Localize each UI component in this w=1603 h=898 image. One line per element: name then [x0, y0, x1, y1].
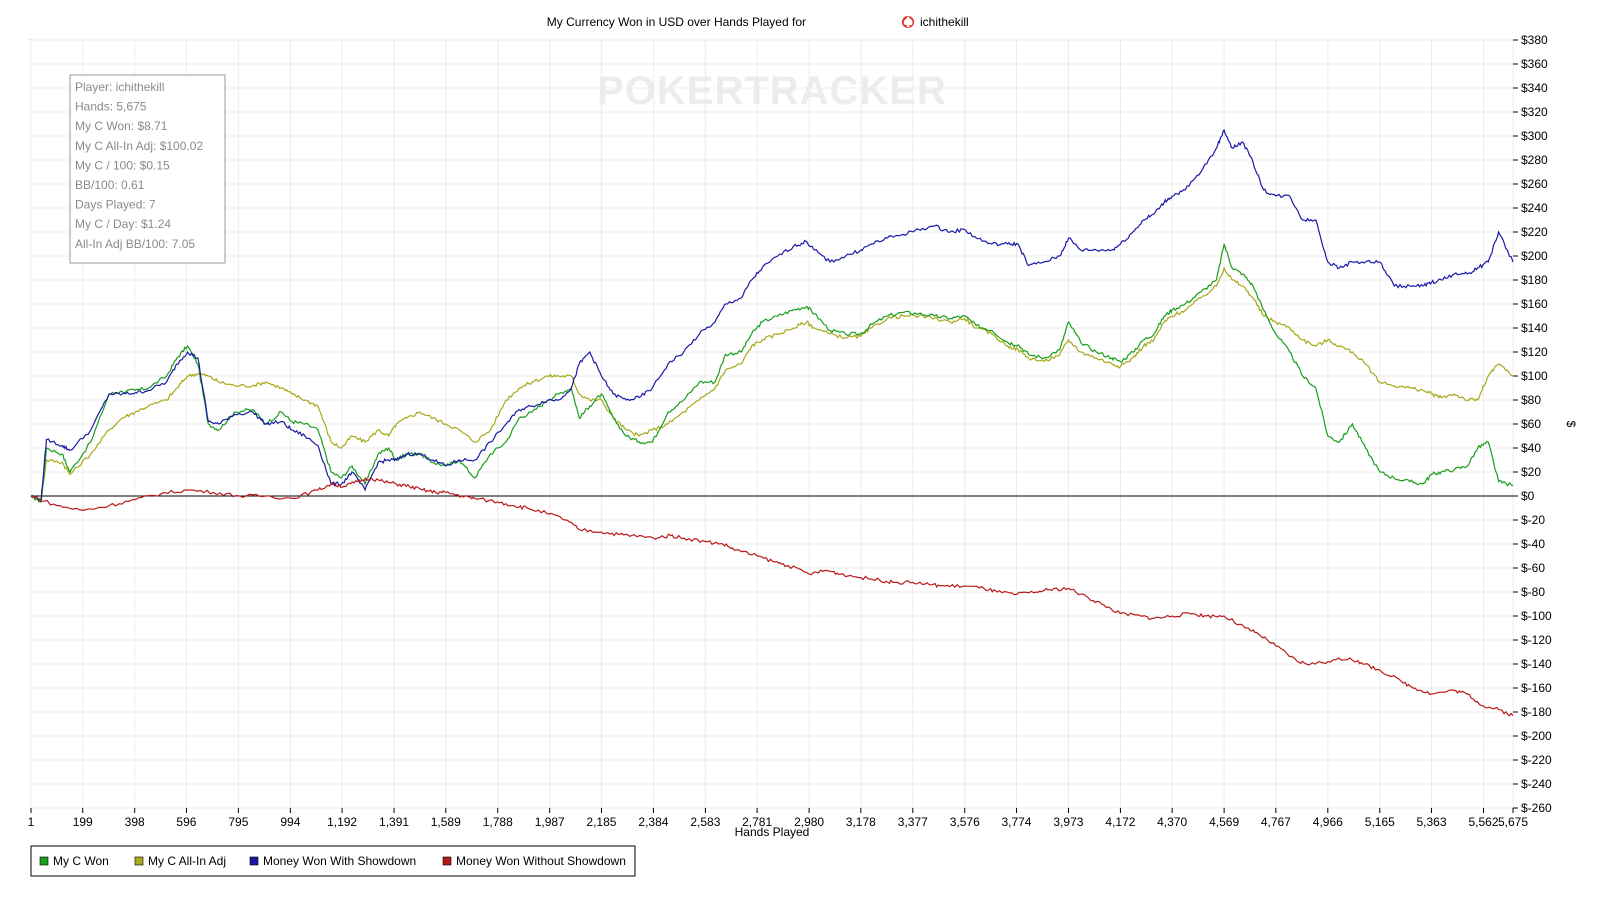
- x-tick-label: 1,391: [379, 815, 409, 829]
- y-tick-label: $-160: [1521, 681, 1552, 695]
- y-tick-label: $-100: [1521, 609, 1552, 623]
- x-tick-label: 4,767: [1261, 815, 1291, 829]
- y-tick-label: $-180: [1521, 705, 1552, 719]
- y-tick-label: $220: [1521, 225, 1548, 239]
- x-tick-label: 4,370: [1157, 815, 1187, 829]
- y-tick-label: $-80: [1521, 585, 1545, 599]
- legend-label: Money Won Without Showdown: [456, 854, 626, 868]
- stats-line: Player: ichithekill: [75, 80, 164, 94]
- x-tick-label: 3,377: [898, 815, 928, 829]
- x-axis-label: Hands Played: [735, 825, 810, 839]
- y-tick-label: $300: [1521, 129, 1548, 143]
- x-tick-label: 795: [228, 815, 248, 829]
- x-tick-label: 1,987: [535, 815, 565, 829]
- y-tick-label: $260: [1521, 177, 1548, 191]
- y-axis: $380 $360 $340 $320 $300 $280 $260 $240 $220 $200…: [1513, 33, 1552, 815]
- y-tick-label: $-240: [1521, 777, 1552, 791]
- y-tick-label: $140: [1521, 321, 1548, 335]
- y-tick-label: $80: [1521, 393, 1541, 407]
- x-tick-label: 5,165: [1365, 815, 1395, 829]
- y-tick-label: $-140: [1521, 657, 1552, 671]
- y-tick-label: $280: [1521, 153, 1548, 167]
- stats-line: My C All-In Adj: $100.02: [75, 139, 203, 153]
- y-tick-label: $40: [1521, 441, 1541, 455]
- stats-line: My C / 100: $0.15: [75, 158, 170, 172]
- x-tick-label: 3,576: [950, 815, 980, 829]
- watermark-logo: POKERTRACKER: [597, 69, 947, 113]
- y-tick-label: $360: [1521, 57, 1548, 71]
- y-axis-label: $: [1564, 421, 1578, 428]
- stats-box: Player: ichithekill Hands: 5,675 My C Won:…: [69, 74, 226, 264]
- y-tick-label: $180: [1521, 273, 1548, 287]
- y-tick-label: $120: [1521, 345, 1548, 359]
- legend-label: My C Won: [53, 854, 109, 868]
- y-tick-label: $-220: [1521, 753, 1552, 767]
- y-tick-label: $160: [1521, 297, 1548, 311]
- x-tick-label: 3,178: [846, 815, 876, 829]
- x-tick-label: 4,172: [1105, 815, 1135, 829]
- x-tick-label: 199: [73, 815, 93, 829]
- chart-player-name: ichithekill: [920, 15, 969, 29]
- x-tick-label: 1,589: [431, 815, 461, 829]
- x-tick-label: 5,675: [1498, 815, 1528, 829]
- legend-swatch: [442, 856, 452, 866]
- stats-line: All-In Adj BB/100: 7.05: [75, 237, 195, 251]
- x-tick-label: 398: [125, 815, 145, 829]
- y-tick-label: $-60: [1521, 561, 1545, 575]
- y-tick-label: $200: [1521, 249, 1548, 263]
- stats-line: Days Played: 7: [75, 198, 156, 212]
- stats-line: Hands: 5,675: [75, 100, 147, 114]
- x-tick-label: 4,569: [1209, 815, 1239, 829]
- legend-label: Money Won With Showdown: [263, 854, 416, 868]
- y-tick-label: $0: [1521, 489, 1535, 503]
- y-tick-label: $100: [1521, 369, 1548, 383]
- y-tick-label: $380: [1521, 33, 1548, 47]
- x-tick-label: 1,788: [483, 815, 513, 829]
- y-tick-label: $-20: [1521, 513, 1545, 527]
- y-tick-label: $-40: [1521, 537, 1545, 551]
- y-tick-label: $-200: [1521, 729, 1552, 743]
- y-tick-label: $-260: [1521, 801, 1552, 815]
- chart-root: My Currency Won in USD over Hands Played…: [0, 0, 1603, 893]
- chart-title: My Currency Won in USD over Hands Played…: [547, 15, 806, 29]
- x-tick-label: 1,192: [327, 815, 357, 829]
- x-tick-label: 2,185: [586, 815, 616, 829]
- y-tick-label: $320: [1521, 105, 1548, 119]
- x-tick-label: 2,384: [638, 815, 668, 829]
- x-tick-label: 596: [176, 815, 196, 829]
- x-tick-label: 2,583: [690, 815, 720, 829]
- x-tick-label: 5,363: [1416, 815, 1446, 829]
- x-tick-label: 1: [28, 815, 35, 829]
- x-tick-label: 4,966: [1313, 815, 1343, 829]
- spade-icon: [902, 16, 914, 28]
- legend: My C Won My C All-In Adj Money Won With Sh…: [30, 845, 636, 877]
- x-tick-label: 3,774: [1001, 815, 1031, 829]
- stats-line: My C / Day: $1.24: [75, 217, 171, 231]
- x-tick-label: 5,562: [1468, 815, 1498, 829]
- y-tick-label: $-120: [1521, 633, 1552, 647]
- y-tick-label: $340: [1521, 81, 1548, 95]
- chart-svg: My Currency Won in USD over Hands Played…: [28, 15, 1578, 877]
- y-tick-label: $20: [1521, 465, 1541, 479]
- legend-swatch: [249, 856, 259, 866]
- legend-swatch: [134, 856, 144, 866]
- legend-swatch: [39, 856, 49, 866]
- stats-line: My C Won: $8.71: [75, 119, 168, 133]
- x-tick-label: 3,973: [1053, 815, 1083, 829]
- legend-label: My C All-In Adj: [148, 854, 226, 868]
- x-tick-label: 994: [280, 815, 300, 829]
- y-tick-label: $240: [1521, 201, 1548, 215]
- stats-line: BB/100: 0.61: [75, 178, 145, 192]
- y-tick-label: $60: [1521, 417, 1541, 431]
